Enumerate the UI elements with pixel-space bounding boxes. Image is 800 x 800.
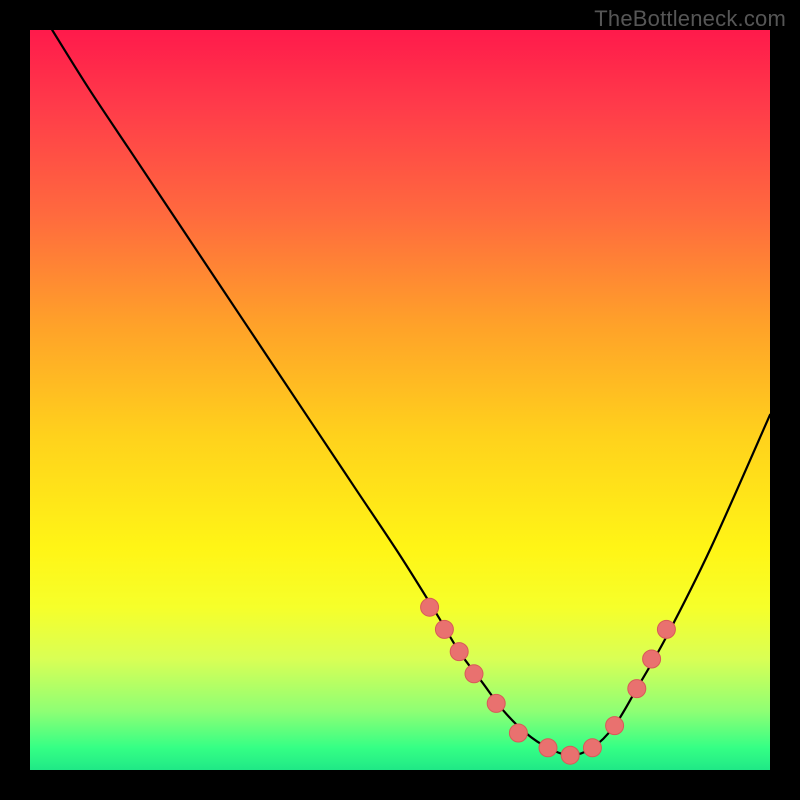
watermark-text: TheBottleneck.com	[594, 6, 786, 32]
data-dot	[643, 650, 661, 668]
data-dot	[606, 717, 624, 735]
plot-area	[30, 30, 770, 770]
data-dot	[509, 724, 527, 742]
bottleneck-curve	[52, 30, 770, 755]
data-dot	[583, 739, 601, 757]
chart-svg	[30, 30, 770, 770]
data-dot	[450, 643, 468, 661]
chart-frame: TheBottleneck.com	[0, 0, 800, 800]
data-dot	[628, 680, 646, 698]
data-dot	[539, 739, 557, 757]
data-dot	[421, 598, 439, 616]
data-dots-group	[421, 598, 676, 764]
data-dot	[465, 665, 483, 683]
data-dot	[487, 694, 505, 712]
data-dot	[561, 746, 579, 764]
data-dot	[435, 620, 453, 638]
data-dot	[657, 620, 675, 638]
